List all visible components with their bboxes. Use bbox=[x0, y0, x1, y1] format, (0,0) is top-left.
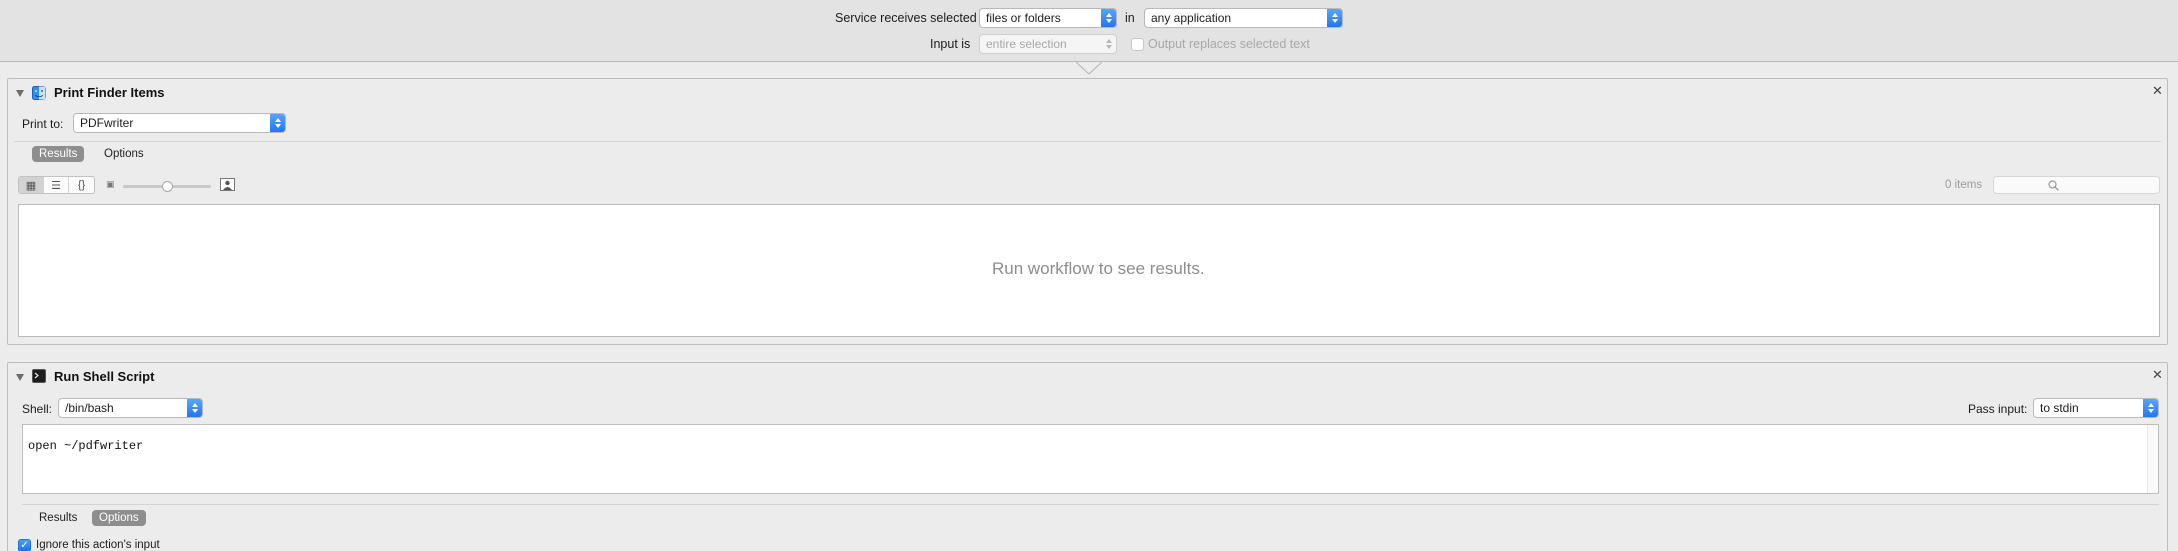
search-icon bbox=[2048, 180, 2059, 191]
results-search-input[interactable] bbox=[1993, 176, 2160, 194]
print-to-popup[interactable]: PDFwriter bbox=[73, 113, 286, 133]
close-icon[interactable]: ✕ bbox=[2152, 83, 2163, 99]
terminal-icon bbox=[32, 369, 46, 383]
flow-connector-notch bbox=[1076, 62, 1102, 75]
tab-results[interactable]: Results bbox=[32, 146, 85, 162]
application-value: any application bbox=[1151, 11, 1232, 25]
chevron-updown-icon bbox=[187, 399, 202, 417]
service-input-type-value: files or folders bbox=[986, 11, 1061, 25]
small-thumbnail-icon: ▣ bbox=[106, 179, 115, 189]
action-print-finder-items: Print Finder Items ✕ Print to: PDFwriter… bbox=[7, 78, 2168, 345]
list-view-icon[interactable]: ☰ bbox=[44, 177, 69, 193]
action-run-shell-script: Run Shell Script ✕ Shell: /bin/bash Pass… bbox=[7, 362, 2168, 551]
application-popup[interactable]: any application bbox=[1144, 8, 1343, 28]
empty-results-message: Run workflow to see results. bbox=[992, 259, 1205, 278]
shell-value: /bin/bash bbox=[65, 401, 114, 415]
divider bbox=[22, 504, 2159, 505]
pass-input-popup[interactable]: to stdin bbox=[2033, 398, 2159, 418]
pass-input-value: to stdin bbox=[2040, 401, 2079, 415]
chevron-updown-icon bbox=[270, 114, 285, 132]
automator-workflow-window: Service receives selected files or folde… bbox=[0, 0, 2178, 551]
action-title: Print Finder Items bbox=[54, 85, 165, 100]
print-to-label: Print to: bbox=[22, 117, 64, 131]
service-input-type-popup[interactable]: files or folders bbox=[979, 8, 1117, 28]
ignore-input-checkbox[interactable]: ✓ bbox=[18, 539, 31, 551]
script-scrollbar[interactable] bbox=[2147, 425, 2158, 493]
in-label: in bbox=[1125, 11, 1135, 25]
divider bbox=[14, 141, 2161, 142]
input-is-popup[interactable]: entire selection bbox=[979, 34, 1117, 54]
tab-options[interactable]: Options bbox=[92, 510, 146, 526]
view-mode-selector: ▦ ☰ {} bbox=[18, 176, 95, 194]
disclosure-triangle-icon[interactable] bbox=[16, 374, 24, 381]
script-editor[interactable]: open ~/pdfwriter bbox=[22, 424, 2159, 494]
icon-view-icon[interactable]: ▦ bbox=[19, 177, 44, 193]
tab-options[interactable]: Options bbox=[97, 146, 151, 162]
service-config-bar: Service receives selected files or folde… bbox=[0, 0, 2178, 62]
tab-results[interactable]: Results bbox=[32, 510, 84, 526]
code-view-icon[interactable]: {} bbox=[69, 177, 94, 193]
shell-popup[interactable]: /bin/bash bbox=[58, 398, 203, 418]
ignore-input-label: Ignore this action's input bbox=[36, 539, 160, 551]
zoom-slider-knob[interactable] bbox=[162, 181, 173, 192]
input-is-value: entire selection bbox=[986, 37, 1067, 51]
item-count: 0 items bbox=[1945, 179, 1983, 191]
disclosure-triangle-icon[interactable] bbox=[16, 90, 24, 97]
results-view: Run workflow to see results. bbox=[18, 204, 2160, 337]
output-replaces-checkbox[interactable] bbox=[1131, 38, 1144, 51]
large-thumbnail-icon bbox=[220, 178, 235, 191]
print-to-value: PDFwriter bbox=[80, 116, 134, 130]
output-replaces-label: Output replaces selected text bbox=[1148, 37, 1310, 51]
pass-input-label: Pass input: bbox=[1968, 402, 2028, 416]
shell-label: Shell: bbox=[22, 402, 53, 416]
close-icon[interactable]: ✕ bbox=[2152, 367, 2163, 383]
input-is-label: Input is bbox=[930, 37, 971, 51]
chevron-updown-icon bbox=[2143, 399, 2158, 417]
action-title: Run Shell Script bbox=[54, 369, 155, 384]
service-receives-label: Service receives selected bbox=[835, 11, 977, 25]
chevron-updown-icon bbox=[1327, 9, 1342, 27]
chevron-updown-icon bbox=[1101, 35, 1116, 53]
script-text: open ~/pdfwriter bbox=[28, 439, 144, 453]
finder-icon bbox=[32, 86, 46, 100]
chevron-updown-icon bbox=[1101, 9, 1116, 27]
